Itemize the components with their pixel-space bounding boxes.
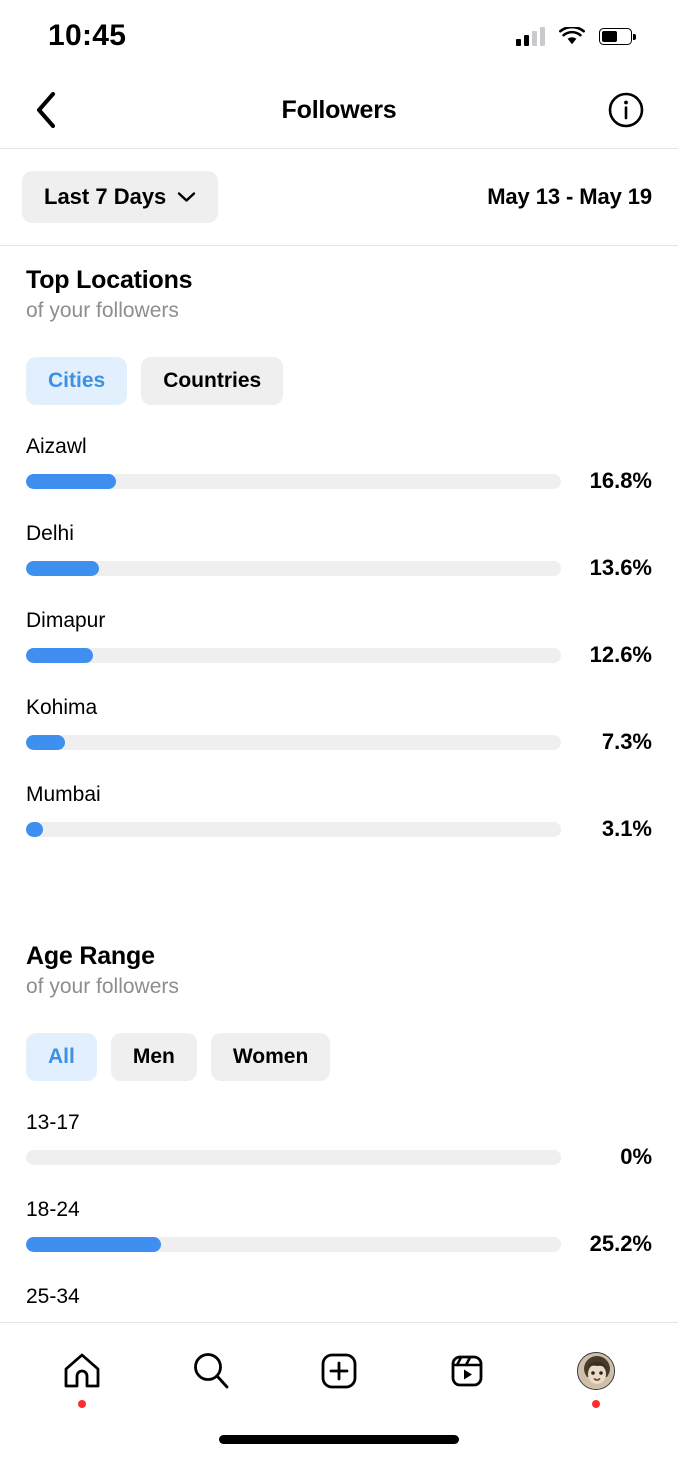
date-filter-row: Last 7 Days May 13 - May 19 <box>0 149 678 245</box>
chevron-down-icon <box>178 192 196 202</box>
bar-track <box>26 1236 561 1252</box>
bar-value: 7.3% <box>601 729 652 754</box>
bar-value: 13.6% <box>589 555 652 580</box>
info-button[interactable] <box>600 84 652 136</box>
age-bar-chart: 13-17 0% 18-24 25.2% 25-34 <box>26 1111 652 1325</box>
section-age-range: Age Range of your followers All Men Wome… <box>0 922 678 1325</box>
tab-all-label: All <box>48 1045 75 1068</box>
bar-label: Mumbai <box>26 783 101 806</box>
bar-row: Kohima 7.3% <box>26 696 652 755</box>
bar-value: 3.1% <box>601 816 652 841</box>
navigation-bar: Followers <box>0 72 678 148</box>
insights-content: Top Locations of your followers Cities C… <box>0 246 678 1325</box>
home-indicator <box>219 1435 459 1444</box>
tab-cities-label: Cities <box>48 369 106 392</box>
tab-all[interactable]: All <box>26 1033 97 1081</box>
bar-track <box>26 560 561 576</box>
status-indicators <box>516 26 636 46</box>
bar-value: 0% <box>620 1144 652 1169</box>
bar-label: Dimapur <box>26 609 106 632</box>
date-range-dropdown[interactable]: Last 7 Days <box>22 171 219 223</box>
bar-label: 25-34 <box>26 1285 80 1308</box>
nav-reels[interactable] <box>432 1340 502 1402</box>
tab-men[interactable]: Men <box>110 1033 197 1081</box>
section-title-age-range: Age Range <box>26 942 155 970</box>
bar-label: 13-17 <box>26 1111 80 1134</box>
tab-women-label: Women <box>232 1045 309 1068</box>
page-title: Followers <box>281 95 397 124</box>
nav-home[interactable] <box>47 1340 117 1408</box>
nav-create[interactable] <box>304 1340 374 1402</box>
date-range-label: May 13 - May 19 <box>487 184 652 209</box>
bar-track <box>26 1149 561 1165</box>
tab-men-label: Men <box>132 1045 175 1068</box>
bar-track <box>26 821 561 837</box>
tab-cities[interactable]: Cities <box>26 357 128 405</box>
nav-profile[interactable] <box>561 1340 631 1408</box>
bottom-navigation-bar <box>0 1322 678 1466</box>
section-title-top-locations: Top Locations <box>26 266 193 294</box>
bar-track <box>26 647 561 663</box>
bar-row: Aizawl 16.8% <box>26 435 652 494</box>
chevron-left-icon <box>37 92 55 128</box>
section-top-locations: Top Locations of your followers Cities C… <box>0 246 678 842</box>
plus-square-icon <box>321 1353 357 1389</box>
info-circle-icon <box>608 92 644 128</box>
bar-label: Delhi <box>26 522 74 545</box>
age-tab-group: All Men Women <box>26 1033 652 1081</box>
tab-countries-label: Countries <box>163 369 262 392</box>
bar-label: Aizawl <box>26 435 87 458</box>
avatar <box>576 1352 615 1390</box>
date-range-dropdown-label: Last 7 Days <box>44 184 167 209</box>
tab-countries[interactable]: Countries <box>141 357 284 405</box>
bar-value: 16.8% <box>589 468 652 493</box>
cellular-signal-icon <box>516 26 545 46</box>
bar-track <box>26 473 561 489</box>
back-button[interactable] <box>20 84 72 136</box>
locations-bar-chart: Aizawl 16.8% Delhi 13.6% Dimapur 12.6% K… <box>26 435 652 842</box>
home-badge-dot <box>78 1400 87 1408</box>
wifi-icon <box>559 26 585 44</box>
bar-row: 25-34 60% <box>26 1285 652 1325</box>
bar-fill <box>26 473 116 489</box>
bar-fill <box>26 734 66 750</box>
bar-value: 12.6% <box>589 642 652 667</box>
section-subtitle-top-locations: of your followers <box>26 299 179 322</box>
bar-row: Delhi 13.6% <box>26 522 652 581</box>
home-icon <box>64 1353 100 1388</box>
profile-badge-dot <box>591 1400 600 1408</box>
bar-row: 18-24 25.2% <box>26 1198 652 1257</box>
reels-icon <box>451 1355 483 1387</box>
avatar-image <box>577 1353 614 1389</box>
bar-label: Kohima <box>26 696 98 719</box>
nav-search[interactable] <box>176 1340 246 1402</box>
tab-women[interactable]: Women <box>210 1033 331 1081</box>
status-time: 10:45 <box>48 19 127 52</box>
bar-row: 13-17 0% <box>26 1111 652 1170</box>
bar-label: 18-24 <box>26 1198 80 1221</box>
bar-track <box>26 734 561 750</box>
section-subtitle-age-range: of your followers <box>26 975 179 998</box>
bar-fill <box>26 1236 161 1252</box>
bar-fill <box>26 647 94 663</box>
search-icon <box>193 1353 228 1389</box>
status-bar: 10:45 <box>0 0 678 72</box>
bar-row: Mumbai 3.1% <box>26 783 652 842</box>
bar-fill <box>26 560 99 576</box>
locations-tab-group: Cities Countries <box>26 357 652 405</box>
bar-fill <box>26 821 43 837</box>
bar-value: 25.2% <box>589 1231 652 1256</box>
battery-icon <box>599 27 636 45</box>
bar-row: Dimapur 12.6% <box>26 609 652 668</box>
